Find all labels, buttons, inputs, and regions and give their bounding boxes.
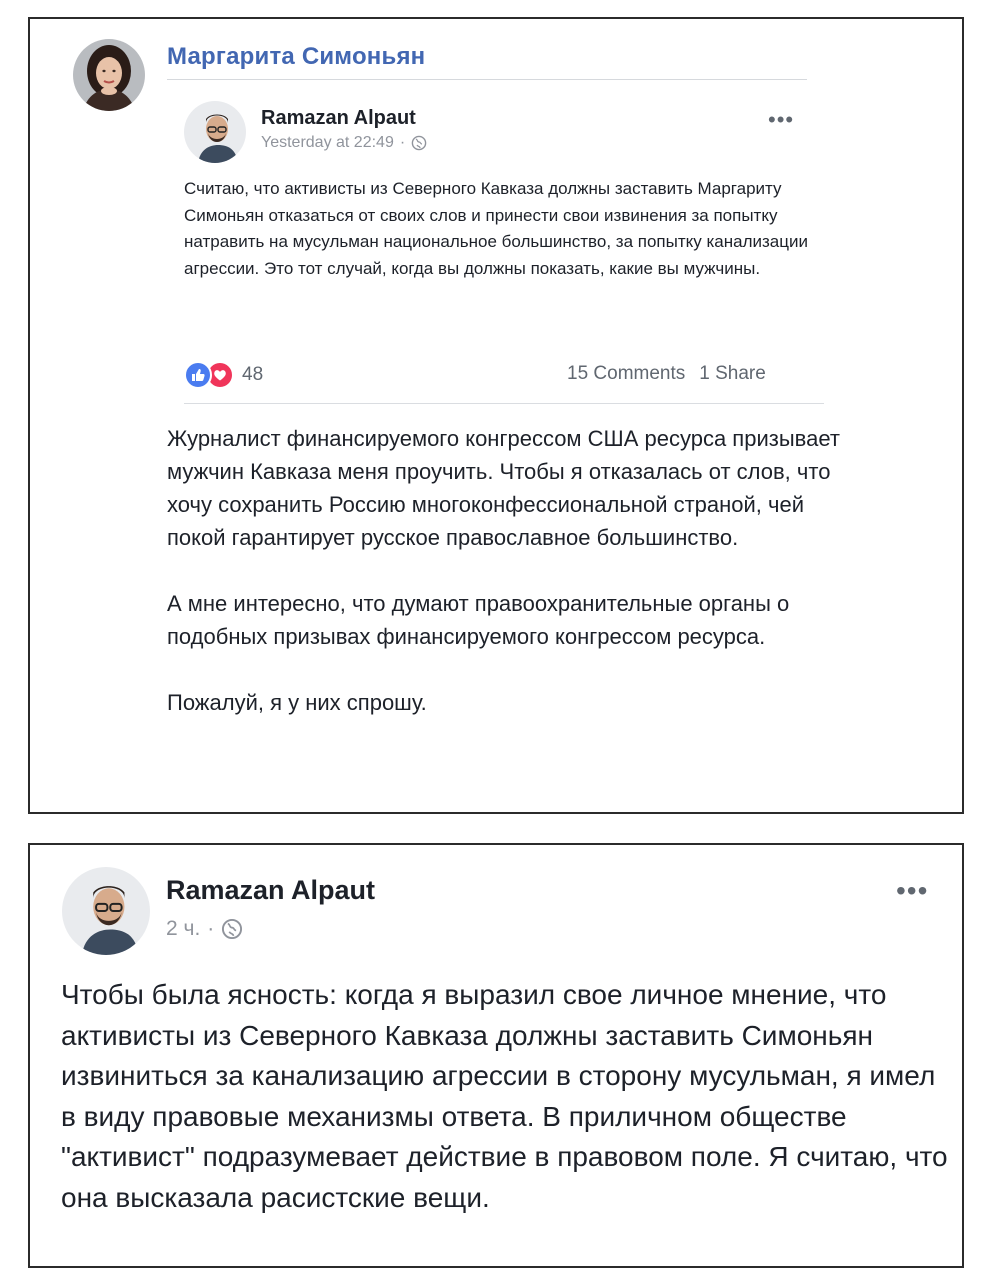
post-paragraph: Журналист финансируемого конгрессом США … [167,426,840,550]
post-text: Чтобы была ясность: когда я выразил свое… [61,979,948,1213]
like-reaction-icon [184,361,212,389]
reaction-count: 48 [242,364,264,385]
shared-author-name-link[interactable]: Ramazan Alpaut [261,107,416,130]
post-timestamp[interactable]: 2 ч. [166,917,200,941]
globe-icon [222,918,243,940]
post-meta: 2 ч. · [166,917,243,941]
author-name-link[interactable]: Маргарита Симоньян [167,43,425,71]
shared-post-text: Считаю, что активисты из Северного Кавка… [184,179,808,278]
profile-photo-woman-icon [73,39,145,111]
meta-separator: · [399,134,406,151]
author-avatar[interactable] [73,39,145,111]
author-name-link[interactable]: Ramazan Alpaut [166,875,375,906]
shared-post-timestamp[interactable]: Yesterday at 22:49 [261,134,394,152]
globe-icon [411,135,427,151]
reply-post-panel: Ramazan Alpaut 2 ч. · ••• Чтобы была ясн… [28,843,964,1268]
meta-separator: · [207,917,215,940]
outer-post-text: Журналист финансируемого конгрессом США … [167,422,847,752]
reactions-summary[interactable]: 48 [184,361,263,389]
shared-post-stats: 15 Comments 1 Share [567,363,766,385]
post-menu-button[interactable]: ••• [896,875,928,907]
author-avatar[interactable] [62,867,150,955]
shared-author-avatar[interactable] [184,101,246,163]
shares-count-link[interactable]: 1 Share [699,363,766,385]
outer-post-panel: Маргарита Симоньян Ramazan Alpaut Yester… [28,17,964,814]
post-paragraph: А мне интересно, что думают правоохранит… [167,591,790,649]
profile-photo-man-icon [184,101,246,163]
divider [167,79,807,80]
profile-photo-man-icon [62,867,150,955]
shared-post-menu-button[interactable]: ••• [768,107,794,133]
shared-post-meta: Yesterday at 22:49 · [261,134,427,152]
post-paragraph: Пожалуй, я у них спрошу. [167,690,427,715]
comments-count-link[interactable]: 15 Comments [567,363,685,385]
divider [184,403,824,404]
